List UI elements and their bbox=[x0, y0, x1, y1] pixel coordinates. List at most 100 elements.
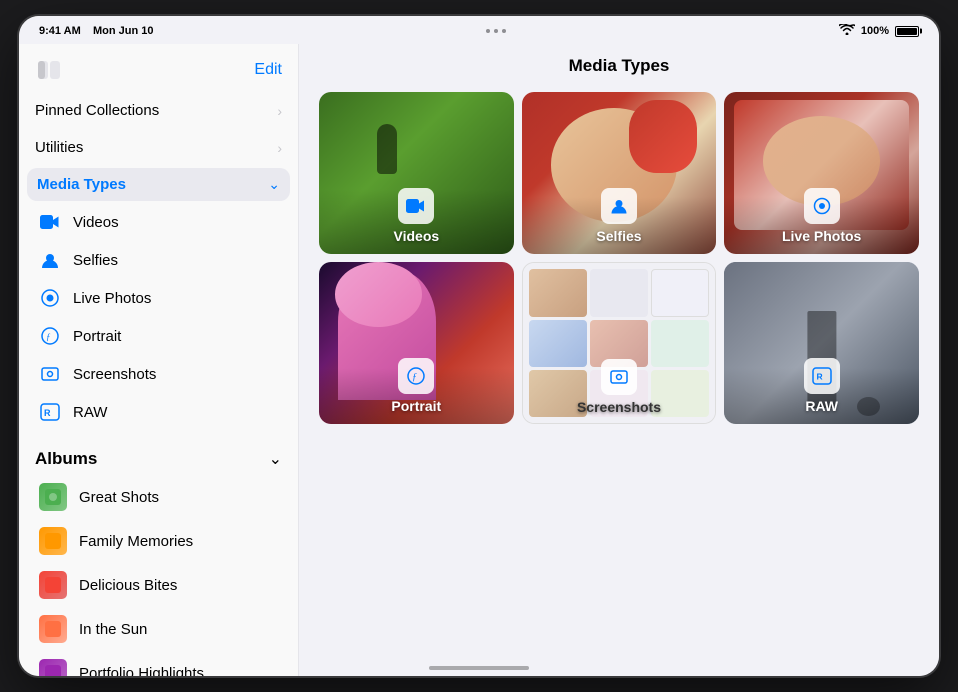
selfies-title: Selfies bbox=[596, 228, 641, 244]
raw-icon: R bbox=[39, 401, 61, 423]
videos-label: Videos bbox=[73, 214, 119, 231]
livephotos-labels: Live Photos bbox=[724, 188, 919, 244]
date-display: Mon Jun 10 bbox=[93, 25, 154, 37]
raw-label: RAW bbox=[73, 404, 107, 421]
battery-icon bbox=[895, 26, 919, 37]
bottom-indicator bbox=[19, 660, 939, 676]
delicious-bites-label: Delicious Bites bbox=[79, 577, 177, 594]
selfies-labels: Selfies bbox=[522, 188, 717, 244]
sidebar-item-raw[interactable]: R RAW bbox=[19, 393, 298, 431]
videos-labels: Videos bbox=[319, 188, 514, 244]
portrait-label: Portrait bbox=[73, 328, 121, 345]
sidebar-item-media-types[interactable]: Media Types ⌄ bbox=[27, 168, 290, 201]
videos-title: Videos bbox=[394, 228, 440, 244]
livephotos-bg: Live Photos bbox=[724, 92, 919, 254]
svg-text:R: R bbox=[44, 408, 51, 418]
sidebar-item-portrait[interactable]: ƒ Portrait bbox=[19, 317, 298, 355]
battery-percent: 100% bbox=[861, 25, 889, 37]
app-container: Edit Pinned Collections › Utilities › Me… bbox=[19, 44, 939, 676]
portrait-title: Portrait bbox=[391, 398, 441, 414]
screenshots-title: Screenshots bbox=[577, 399, 661, 415]
portrait-bg: ƒ Portrait bbox=[319, 262, 514, 424]
sidebar-item-screenshots[interactable]: Screenshots bbox=[19, 355, 298, 393]
grid-item-screenshots[interactable]: Screenshots bbox=[522, 262, 717, 424]
raw-bg: R RAW bbox=[724, 262, 919, 424]
sidebar-item-pinned-collections[interactable]: Pinned Collections › bbox=[19, 92, 298, 129]
videos-bg: Videos bbox=[319, 92, 514, 254]
sidebar-album-delicious-bites[interactable]: Delicious Bites bbox=[19, 563, 298, 607]
in-the-sun-label: In the Sun bbox=[79, 621, 147, 638]
chevron-right-icon-utilities: › bbox=[277, 140, 282, 156]
selfie-icon bbox=[39, 249, 61, 271]
raw-title: RAW bbox=[805, 398, 838, 414]
status-right: 100% bbox=[839, 24, 919, 38]
live-photo-icon bbox=[39, 287, 61, 309]
status-bar: 9:41 AM Mon Jun 10 100% bbox=[19, 16, 939, 44]
sidebar-albums-header[interactable]: Albums ⌄ bbox=[19, 439, 298, 475]
family-memories-thumb bbox=[39, 527, 67, 555]
delicious-bites-thumb bbox=[39, 571, 67, 599]
time-display: 9:41 AM bbox=[39, 25, 81, 37]
portrait-labels: ƒ Portrait bbox=[319, 358, 514, 414]
livephotos-icon-circle bbox=[804, 188, 840, 224]
in-the-sun-thumb bbox=[39, 615, 67, 643]
great-shots-label: Great Shots bbox=[79, 489, 159, 506]
video-icon bbox=[39, 211, 61, 233]
main-header: Media Types bbox=[319, 44, 919, 92]
sidebar-item-videos[interactable]: Videos bbox=[19, 203, 298, 241]
screenshots-icon-circle bbox=[601, 359, 637, 395]
videos-icon-circle bbox=[398, 188, 434, 224]
selfies-label: Selfies bbox=[73, 252, 118, 269]
sidebar-item-live-photos[interactable]: Live Photos bbox=[19, 279, 298, 317]
battery-fill bbox=[897, 28, 917, 35]
great-shots-thumb bbox=[39, 483, 67, 511]
main-content: Media Types bbox=[299, 44, 939, 676]
utilities-label: Utilities bbox=[35, 139, 83, 156]
raw-labels: R RAW bbox=[724, 358, 919, 414]
svg-text:ƒ: ƒ bbox=[412, 372, 417, 383]
screenshots-label: Screenshots bbox=[73, 366, 156, 383]
sidebar-header: Edit bbox=[19, 44, 298, 92]
sidebar-item-selfies[interactable]: Selfies bbox=[19, 241, 298, 279]
sidebar-item-utilities[interactable]: Utilities › bbox=[19, 129, 298, 166]
selfies-bg: Selfies bbox=[522, 92, 717, 254]
sidebar-album-family-memories[interactable]: Family Memories bbox=[19, 519, 298, 563]
albums-chevron-down: ⌄ bbox=[269, 449, 282, 469]
portrait-icon: ƒ bbox=[39, 325, 61, 347]
sidebar-toggle-icon[interactable] bbox=[35, 56, 63, 84]
media-types-grid: Videos bbox=[319, 92, 919, 424]
sidebar-album-great-shots[interactable]: Great Shots bbox=[19, 475, 298, 519]
sidebar: Edit Pinned Collections › Utilities › Me… bbox=[19, 44, 299, 676]
sidebar-album-in-the-sun[interactable]: In the Sun bbox=[19, 607, 298, 651]
portrait-icon-circle: ƒ bbox=[398, 358, 434, 394]
page-title: Media Types bbox=[319, 56, 919, 76]
raw-icon-circle: R bbox=[804, 358, 840, 394]
svg-text:ƒ: ƒ bbox=[46, 332, 51, 342]
chevron-down-icon: ⌄ bbox=[268, 176, 280, 193]
screenshot-icon bbox=[39, 363, 61, 385]
status-center bbox=[486, 29, 506, 33]
svg-text:R: R bbox=[816, 372, 822, 382]
grid-item-live-photos[interactable]: Live Photos bbox=[724, 92, 919, 254]
selfies-icon-circle bbox=[601, 188, 637, 224]
media-types-label: Media Types bbox=[37, 176, 126, 193]
grid-item-selfies[interactable]: Selfies bbox=[522, 92, 717, 254]
dot2 bbox=[494, 29, 498, 33]
dot3 bbox=[502, 29, 506, 33]
ipad-frame: 9:41 AM Mon Jun 10 100% bbox=[19, 16, 939, 676]
family-memories-label: Family Memories bbox=[79, 533, 193, 550]
screenshots-overlay: Screenshots bbox=[523, 359, 716, 415]
grid-item-videos[interactable]: Videos bbox=[319, 92, 514, 254]
home-indicator bbox=[429, 666, 529, 670]
status-time: 9:41 AM Mon Jun 10 bbox=[39, 25, 154, 37]
pinned-collections-label: Pinned Collections bbox=[35, 102, 159, 119]
edit-button[interactable]: Edit bbox=[254, 61, 282, 79]
grid-item-portrait[interactable]: ƒ Portrait bbox=[319, 262, 514, 424]
albums-label: Albums bbox=[35, 449, 97, 469]
chevron-right-icon: › bbox=[277, 103, 282, 119]
livephotos-title: Live Photos bbox=[782, 228, 861, 244]
grid-item-raw[interactable]: R RAW bbox=[724, 262, 919, 424]
wifi-icon bbox=[839, 24, 855, 38]
dot1 bbox=[486, 29, 490, 33]
live-photos-label: Live Photos bbox=[73, 290, 151, 307]
